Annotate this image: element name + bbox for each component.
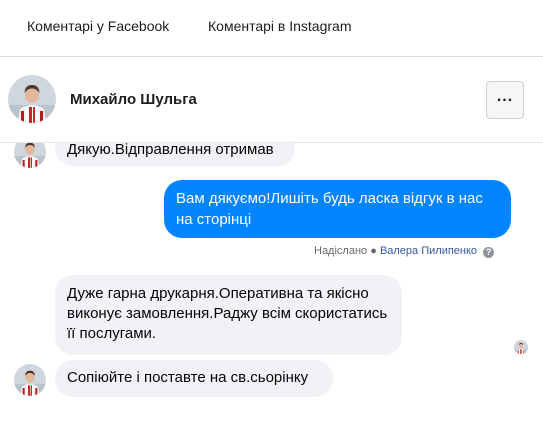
avatar: [14, 364, 46, 396]
seen-indicator-avatar: [514, 340, 528, 354]
message-sent-meta: Надіслано ● Валера Пилипенко ?: [314, 245, 495, 258]
comments-tabs: Коментарі у Facebook Коментарі в Instagr…: [0, 0, 543, 57]
message-bubble-incoming[interactable]: Сопіюйте і поставте на св.сьорінку: [55, 360, 333, 397]
more-options-button[interactable]: ...: [486, 81, 524, 119]
sent-separator: ●: [370, 245, 377, 257]
more-options-icon: ...: [496, 88, 514, 105]
conversation-header: Михайло Шульга ...: [0, 57, 543, 143]
message-thread[interactable]: Дякую.Відправлення отримав Вам дякуємо!Л…: [0, 125, 543, 429]
tab-instagram-comments[interactable]: Коментарі в Instagram: [208, 18, 352, 34]
message-bubble-incoming[interactable]: Дуже гарна друкарня.Оперативна та якісно…: [55, 275, 402, 355]
sender-link[interactable]: Валера Пилипенко: [380, 245, 477, 257]
message-bubble-outgoing[interactable]: Вам дякуємо!Лишіть будь ласка відгук в н…: [164, 180, 511, 238]
help-icon[interactable]: ?: [483, 247, 495, 258]
contact-name[interactable]: Михайло Шульга: [70, 91, 197, 108]
contact-avatar[interactable]: [8, 75, 56, 123]
sent-status: Надіслано: [314, 245, 368, 257]
tab-facebook-comments[interactable]: Коментарі у Facebook: [27, 18, 169, 34]
